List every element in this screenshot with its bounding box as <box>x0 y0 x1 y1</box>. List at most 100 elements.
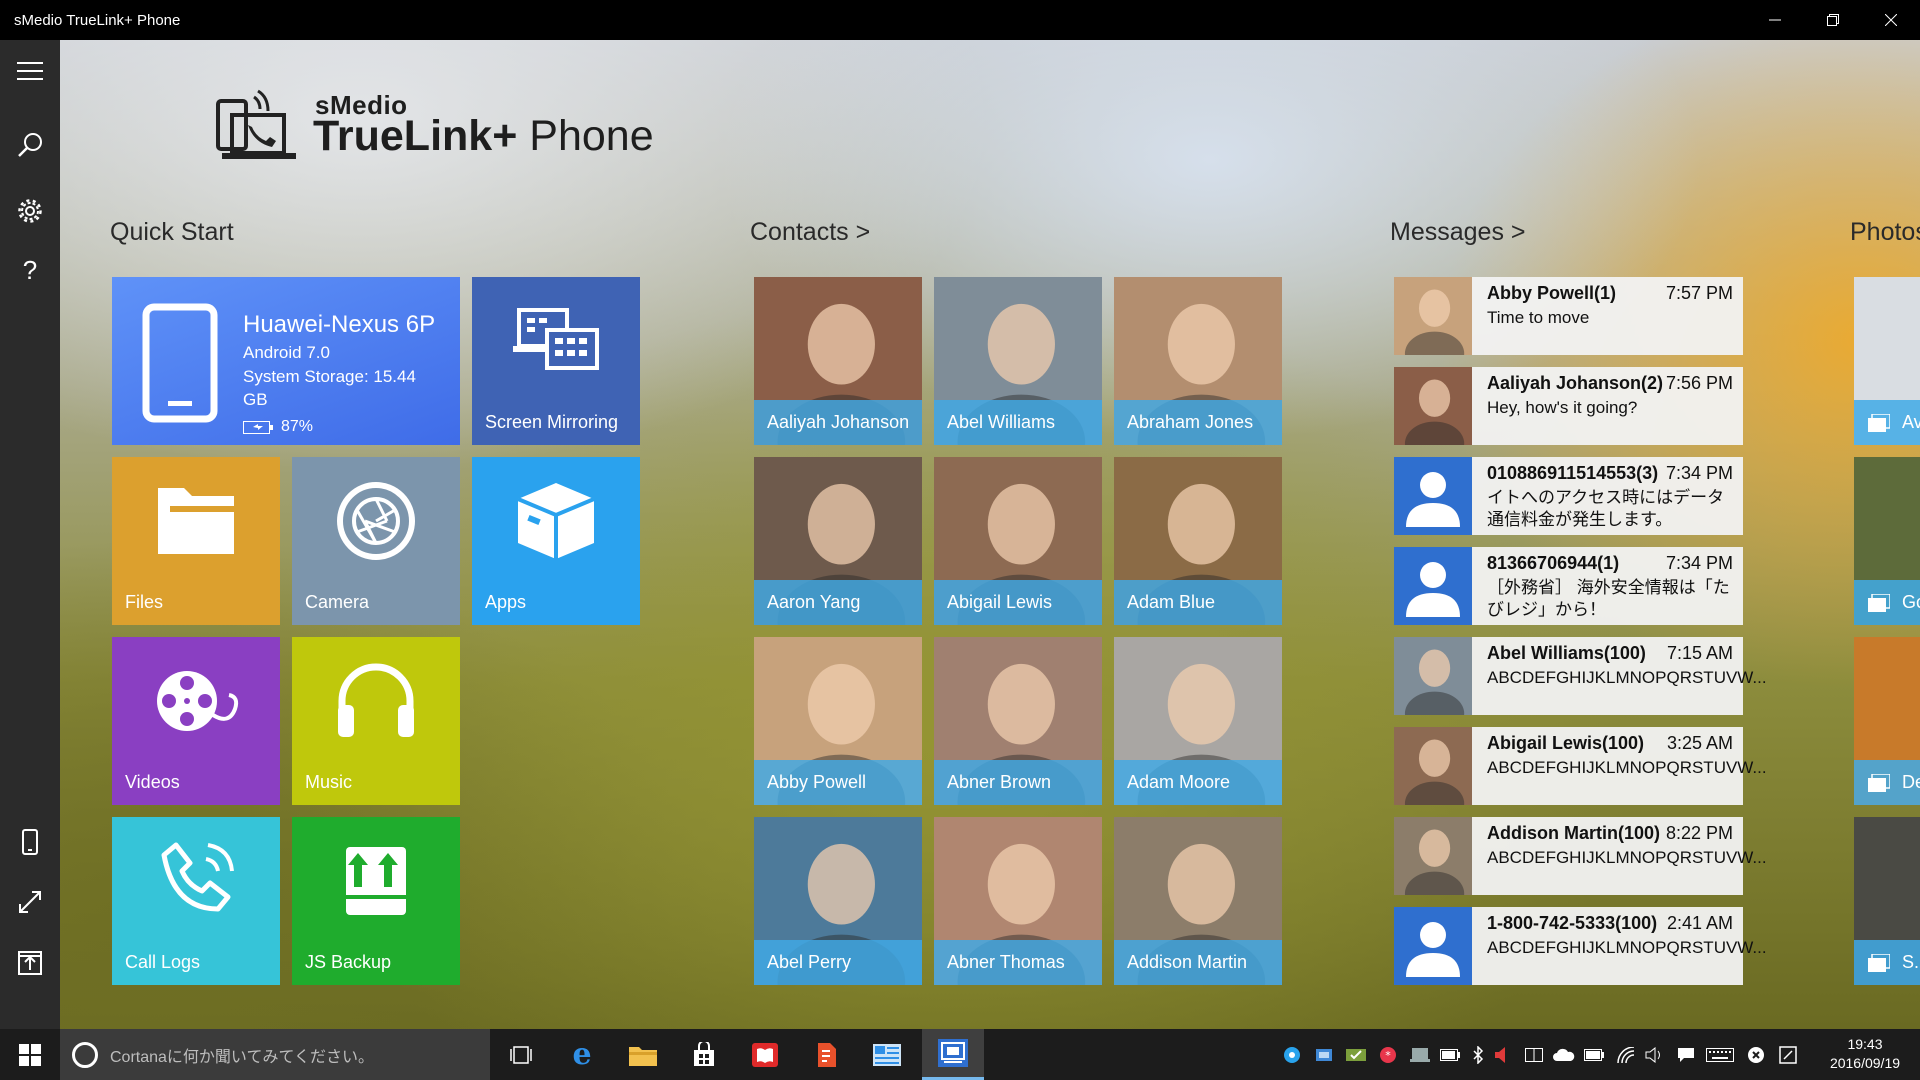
files-tile[interactable]: Files <box>112 457 280 625</box>
contact-tile[interactable]: Abigail Lewis <box>934 457 1102 625</box>
truelink-icon[interactable] <box>922 1029 984 1080</box>
app-blue-icon[interactable] <box>858 1029 916 1080</box>
help-icon[interactable]: ? <box>0 245 60 295</box>
message-item[interactable]: 010886911514553(3) 7:34 PM イトへのアクセス時にはデータ通… <box>1394 457 1743 535</box>
clock-time: 19:43 <box>1847 1036 1883 1052</box>
js-backup-tile[interactable]: JS Backup <box>292 817 460 985</box>
tray-network-app-icon[interactable] <box>1310 1029 1338 1080</box>
reader-icon[interactable] <box>736 1029 794 1080</box>
tray-check-icon[interactable] <box>1342 1029 1370 1080</box>
action-center-icon[interactable] <box>1774 1029 1802 1080</box>
tray-app-icon[interactable] <box>1278 1029 1306 1080</box>
cortana-icon <box>72 1041 98 1068</box>
music-tile[interactable]: Music <box>292 637 460 805</box>
tray-speaker-muted-icon[interactable] <box>1488 1029 1516 1080</box>
tile-label: Call Logs <box>125 952 201 972</box>
contacts-heading[interactable]: Contacts > <box>750 218 870 247</box>
file-explorer-icon[interactable] <box>614 1029 672 1080</box>
taskbar-clock[interactable]: 19:43 2016/09/19 <box>1810 1035 1920 1073</box>
camera-tile[interactable]: Camera <box>292 457 460 625</box>
store-icon[interactable] <box>675 1029 733 1080</box>
minimize-icon[interactable] <box>1746 0 1804 40</box>
apps-tile[interactable]: Apps <box>472 457 640 625</box>
search-icon[interactable] <box>0 120 60 170</box>
app-red-icon[interactable] <box>797 1029 855 1080</box>
message-item[interactable]: 1-800-742-5333(100) 2:41 AM ABCDEFGHIJKLMN… <box>1394 907 1767 985</box>
gear-icon[interactable] <box>0 186 60 236</box>
message-sender: 1-800-742-5333(100) <box>1487 913 1658 933</box>
photo-album-tile[interactable]: S... <box>1854 817 1920 985</box>
message-item[interactable]: Abby Powell(1) 7:57 PM Time to move <box>1394 277 1743 355</box>
contact-tile[interactable]: Abner Brown <box>934 637 1102 805</box>
svg-text:*: * <box>1385 1049 1391 1062</box>
default-avatar-icon <box>1394 457 1472 535</box>
contact-name: Adam Moore <box>1114 760 1282 805</box>
task-view-icon[interactable] <box>492 1029 550 1080</box>
contact-tile[interactable]: Abner Thomas <box>934 817 1102 985</box>
message-sender: Abigail Lewis(100) <box>1487 733 1645 753</box>
edge-icon[interactable]: e <box>553 1029 611 1080</box>
call-logs-tile[interactable]: Call Logs <box>112 817 280 985</box>
message-sender: Addison Martin(100) <box>1487 823 1661 843</box>
photo-album-tile[interactable]: Gc <box>1854 457 1920 625</box>
device-storage-unit: GB <box>243 390 268 409</box>
tray-security-icon[interactable]: * <box>1374 1029 1402 1080</box>
screen-mirroring-tile[interactable]: Screen Mirroring <box>472 277 640 445</box>
tray-book-icon[interactable] <box>1520 1029 1548 1080</box>
contact-name: Addison Martin <box>1114 940 1282 985</box>
message-item[interactable]: Abel Williams(100) 7:15 AM ABCDEFGHIJKLMNO… <box>1394 637 1767 715</box>
tile-label: Camera <box>305 592 370 612</box>
folder-icon <box>158 488 234 554</box>
message-preview: ABCDEFGHIJKLMNOPQRSTUVW... <box>1487 668 1767 687</box>
phone-icon[interactable] <box>0 817 60 867</box>
restore-icon[interactable] <box>1804 0 1862 40</box>
keyboard-icon[interactable] <box>1702 1029 1738 1080</box>
contact-name: Abraham Jones <box>1114 400 1282 445</box>
window-title: sMedio TrueLink+ Phone <box>14 11 181 29</box>
contact-tile[interactable]: Abel Williams <box>934 277 1102 445</box>
tray-close-circle-icon[interactable] <box>1742 1029 1770 1080</box>
contact-tile[interactable]: Abby Powell <box>754 637 922 805</box>
fullscreen-icon[interactable] <box>0 877 60 927</box>
onedrive-icon[interactable] <box>1550 1029 1578 1080</box>
volume-icon[interactable] <box>1640 1029 1668 1080</box>
wifi-icon[interactable] <box>1612 1029 1640 1080</box>
message-sender: 010886911514553(3) <box>1487 463 1659 483</box>
backup-icon <box>346 847 406 915</box>
photo-album-tile[interactable]: Av <box>1854 277 1920 445</box>
phone-call-icon <box>161 842 234 912</box>
message-item[interactable]: 81366706944(1) 7:34 PM ［外務省］ 海外安全情報は「たびレジ」… <box>1394 547 1743 625</box>
close-icon[interactable] <box>1862 0 1920 40</box>
start-button[interactable] <box>0 1029 60 1080</box>
contact-tile[interactable]: Abraham Jones <box>1114 277 1282 445</box>
tile-label: Videos <box>125 772 180 792</box>
photo-album-tile[interactable]: De <box>1854 637 1920 805</box>
tray-battery-icon[interactable] <box>1436 1029 1464 1080</box>
message-item[interactable]: Aaliyah Johanson(2) 7:56 PM Hey, how's it … <box>1394 367 1743 445</box>
device-tile[interactable]: Huawei-Nexus 6P Android 7.0 System Stora… <box>112 277 460 445</box>
message-preview: ABCDEFGHIJKLMNOPQRSTUVW... <box>1487 848 1767 867</box>
cortana-search-box[interactable]: Cortanaに何か聞いてみてください。 <box>60 1029 490 1080</box>
contact-tile[interactable]: Addison Martin <box>1114 817 1282 985</box>
contact-tile[interactable]: Aaron Yang <box>754 457 922 625</box>
contact-tile[interactable]: Adam Blue <box>1114 457 1282 625</box>
contact-tile[interactable]: Abel Perry <box>754 817 922 985</box>
messages-heading[interactable]: Messages > <box>1390 218 1526 247</box>
contact-tile[interactable]: Aaliyah Johanson <box>754 277 922 445</box>
tile-label: Apps <box>485 592 527 612</box>
contact-name: Abel Perry <box>754 940 922 985</box>
export-icon[interactable] <box>0 938 60 988</box>
contact-tile[interactable]: Adam Moore <box>1114 637 1282 805</box>
title-bar: sMedio TrueLink+ Phone <box>0 0 1920 40</box>
message-time: 7:34 PM <box>1665 463 1733 483</box>
tray-display-icon[interactable] <box>1406 1029 1434 1080</box>
tray-power-icon[interactable] <box>1580 1029 1608 1080</box>
screen-mirroring-icon <box>513 308 599 370</box>
message-item[interactable]: Abigail Lewis(100) 3:25 AM ABCDEFGHIJKLMNO… <box>1394 727 1767 805</box>
videos-tile[interactable]: Videos <box>112 637 280 805</box>
message-icon[interactable] <box>1672 1029 1700 1080</box>
menu-icon[interactable] <box>0 46 60 96</box>
photos-heading[interactable]: Photos <box>1850 218 1920 247</box>
message-sender: 81366706944(1) <box>1487 553 1620 573</box>
message-item[interactable]: Addison Martin(100) 8:22 PM ABCDEFGHIJKLMN… <box>1394 817 1767 895</box>
